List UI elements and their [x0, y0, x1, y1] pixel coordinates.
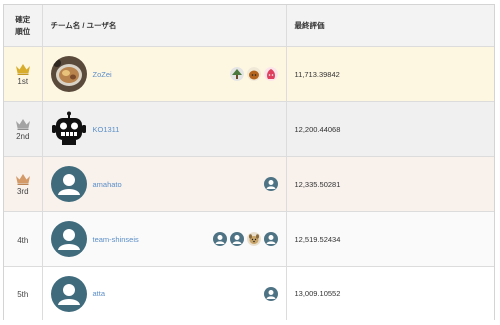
leaderboard-table: 確定 順位 チーム名 / ユーザ名 最終評価 1st ZoZei 11,713.… [4, 5, 494, 320]
team-cell: team-shinseis [42, 211, 287, 267]
rank-cell: 3rd [4, 156, 43, 212]
rank-cell: 1st [4, 46, 43, 102]
gold-crown-icon [15, 63, 30, 75]
team-members [263, 177, 278, 191]
team-cell: amahato [42, 156, 287, 212]
team-name-link[interactable]: amahato [93, 180, 122, 189]
pink-blob-avatar-icon[interactable] [263, 67, 278, 81]
team-members [263, 286, 278, 301]
hedgehog-avatar-icon[interactable] [246, 67, 261, 81]
table-row: 4th team-shinseis 12,519.52434 [4, 211, 494, 267]
table-row: 2nd KO1311 12,200.44068 [4, 101, 494, 157]
score-cell: 13,009.10552 [286, 266, 494, 320]
rank-cell: 4th [4, 211, 43, 267]
rank-header-line1: 確定 [15, 14, 31, 24]
default-user-icon[interactable] [212, 232, 227, 246]
team-members [229, 67, 278, 81]
team-cell: atta [42, 266, 287, 320]
rank-label: 2nd [16, 131, 30, 141]
score-cell: 12,200.44068 [286, 101, 494, 157]
table-row: 3rd amahato 12,335.50281 [4, 156, 494, 212]
team-cell: KO1311 [42, 101, 287, 157]
rank-label: 5th [17, 290, 29, 299]
team-column-header: チーム名 / ユーザ名 [42, 5, 287, 47]
food-photo-avatar[interactable] [50, 56, 87, 92]
team-name-link[interactable]: team-shinseis [93, 235, 139, 244]
table-header-row: 確定 順位 チーム名 / ユーザ名 最終評価 [4, 5, 494, 47]
score-cell: 11,713.39842 [286, 46, 494, 102]
team-name-link[interactable]: KO1311 [93, 125, 120, 134]
table-row: 5th atta 13,009.10552 [4, 266, 494, 320]
leaderboard: 確定 順位 チーム名 / ユーザ名 最終評価 1st ZoZei 11,713.… [3, 4, 495, 320]
default-user-icon[interactable] [263, 286, 278, 301]
rank-label: 1st [17, 76, 29, 86]
rank-label: 4th [17, 235, 29, 245]
rank-label: 3rd [16, 186, 29, 196]
rank-column-header: 確定 順位 [4, 5, 43, 47]
dog-avatar-icon[interactable] [246, 232, 261, 246]
rank-header-line2: 順位 [15, 26, 31, 36]
default-user-icon[interactable] [263, 177, 278, 191]
team-name-link[interactable]: atta [93, 289, 106, 298]
default-user-avatar[interactable] [50, 275, 87, 312]
silver-crown-icon [15, 118, 30, 130]
table-row: 1st ZoZei 11,713.39842 [4, 46, 494, 102]
score-cell: 12,335.50281 [286, 156, 494, 212]
score-column-header: 最終評価 [286, 5, 494, 47]
score-cell: 12,519.52434 [286, 211, 494, 267]
default-user-icon[interactable] [229, 232, 244, 246]
tree-avatar-icon[interactable] [229, 67, 244, 81]
default-user-avatar[interactable] [50, 166, 87, 202]
rank-cell: 5th [4, 266, 43, 320]
rank-cell: 2nd [4, 101, 43, 157]
default-user-avatar[interactable] [50, 221, 87, 257]
default-user-icon[interactable] [263, 232, 278, 246]
team-name-link[interactable]: ZoZei [93, 70, 112, 79]
team-cell: ZoZei [42, 46, 287, 102]
robot-avatar[interactable] [51, 111, 87, 147]
team-members [212, 232, 278, 246]
bronze-crown-icon [15, 173, 30, 185]
